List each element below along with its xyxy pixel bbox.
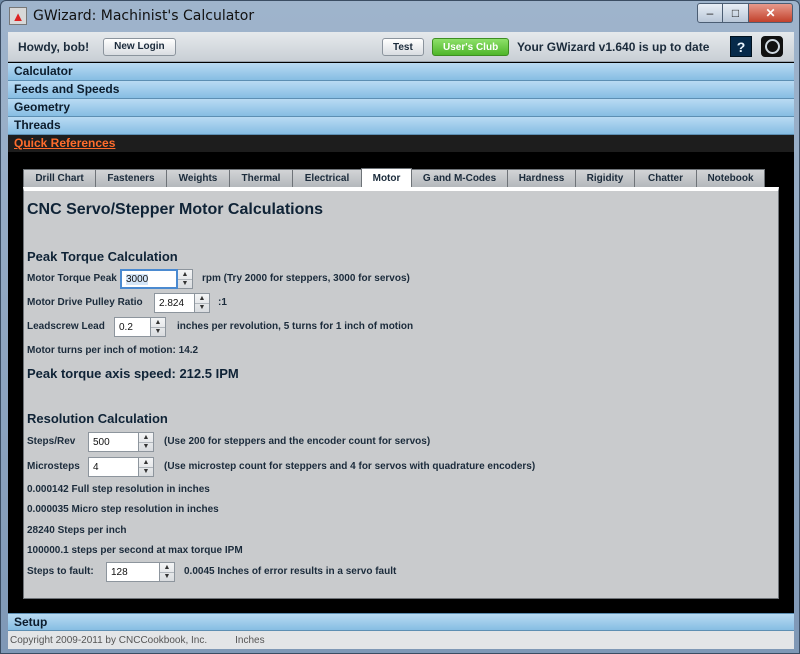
motor-torque-label: Motor Torque Peak [27, 273, 117, 284]
spin-down-icon[interactable]: ▼ [178, 278, 192, 289]
maximize-button[interactable]: □ [723, 3, 749, 23]
motor-torque-note: rpm (Try 2000 for steppers, 3000 for ser… [202, 273, 410, 284]
tab-hardness[interactable]: Hardness [507, 169, 576, 187]
steps-rev-stepper[interactable]: 500 ▲ ▼ [88, 432, 154, 452]
pulley-ratio-input[interactable]: 2.824 [154, 293, 195, 313]
help-icon[interactable]: ? [730, 36, 752, 57]
spin-up-icon[interactable]: ▲ [139, 458, 153, 467]
spin-up-icon[interactable]: ▲ [151, 318, 165, 327]
spin-down-icon[interactable]: ▼ [151, 326, 165, 337]
status-bar: Copyright 2009-2011 by CNCCookbook, Inc.… [8, 631, 794, 649]
motor-turns-text: Motor turns per inch of motion: 14.2 [27, 345, 199, 356]
test-button[interactable]: Test [382, 38, 424, 56]
version-status: Your GWizard v1.640 is up to date [517, 40, 710, 54]
section-quick-references[interactable]: Quick References [8, 135, 794, 153]
tab-drill-chart[interactable]: Drill Chart [23, 169, 96, 187]
microsteps-spin-arrows[interactable]: ▲ ▼ [139, 457, 154, 477]
microsteps-note: (Use microstep count for steppers and 4 … [164, 461, 536, 472]
client-area: Howdy, bob! New Login Test User's Club Y… [8, 32, 794, 649]
steps-to-fault-spin-arrows[interactable]: ▲ ▼ [160, 562, 175, 582]
app-logo-glyph: ▲ [11, 8, 25, 24]
microsteps-input[interactable]: 4 [88, 457, 139, 477]
leadscrew-lead-input[interactable]: 0.2 [114, 317, 151, 337]
app-window: ▲ GWizard: Machinist's Calculator – □ ✕ … [0, 0, 800, 654]
spin-down-icon[interactable]: ▼ [160, 571, 174, 582]
section-feeds-and-speeds[interactable]: Feeds and Speeds [8, 81, 794, 99]
new-login-button[interactable]: New Login [103, 37, 176, 56]
tab-electrical[interactable]: Electrical [292, 169, 362, 187]
leadscrew-lead-label: Leadscrew Lead [27, 321, 105, 332]
tab-g-and-m-codes[interactable]: G and M-Codes [411, 169, 508, 187]
units-indicator: Inches [235, 634, 265, 646]
leadscrew-lead-stepper[interactable]: 0.2 ▲ ▼ [114, 317, 166, 337]
microsteps-stepper[interactable]: 4 ▲ ▼ [88, 457, 154, 477]
greeting-text: Howdy, bob! [18, 39, 90, 54]
window-title: GWizard: Machinist's Calculator [33, 8, 255, 24]
spin-up-icon[interactable]: ▲ [160, 563, 174, 572]
peak-torque-heading: Peak Torque Calculation [27, 249, 178, 264]
full-step-resolution: 0.000142 Full step resolution in inches [27, 484, 210, 495]
copyright-text: Copyright 2009-2011 by CNCCookbook, Inc. [10, 634, 208, 646]
spin-up-icon[interactable]: ▲ [139, 433, 153, 442]
minimize-button[interactable]: – [697, 3, 723, 23]
section-threads[interactable]: Threads [8, 117, 794, 135]
pulley-ratio-note: :1 [218, 297, 227, 308]
leadscrew-lead-note: inches per revolution, 5 turns for 1 inc… [177, 321, 414, 332]
steps-rev-spin-arrows[interactable]: ▲ ▼ [139, 432, 154, 452]
microsteps-label: Microsteps [27, 461, 80, 472]
page-title: CNC Servo/Stepper Motor Calculations [27, 201, 324, 218]
spin-up-icon[interactable]: ▲ [178, 270, 192, 279]
spin-down-icon[interactable]: ▼ [139, 466, 153, 477]
steps-rev-label: Steps/Rev [27, 436, 76, 447]
pulley-ratio-spin-arrows[interactable]: ▲ ▼ [195, 293, 210, 313]
window-controls: – □ ✕ [697, 3, 793, 23]
title-bar: ▲ GWizard: Machinist's Calculator – □ ✕ [1, 1, 799, 31]
steps-to-fault-label: Steps to fault: [27, 566, 94, 577]
steps-to-fault-input[interactable]: 128 [106, 562, 160, 582]
motor-torque-spin-arrows[interactable]: ▲ ▼ [178, 269, 193, 289]
micro-step-resolution: 0.000035 Micro step resolution in inches [27, 504, 219, 515]
steps-per-inch: 28240 Steps per inch [27, 525, 127, 536]
pulley-ratio-label: Motor Drive Pulley Ratio [27, 297, 143, 308]
steps-rev-note: (Use 200 for steppers and the encoder co… [164, 436, 431, 447]
resolution-heading: Resolution Calculation [27, 411, 168, 426]
peak-torque-result: Peak torque axis speed: 212.5 IPM [27, 366, 239, 381]
tab-fasteners[interactable]: Fasteners [95, 169, 167, 187]
motor-torque-input[interactable]: 3000 [120, 269, 178, 289]
spin-down-icon[interactable]: ▼ [139, 441, 153, 452]
cnccookbook-logo-icon[interactable] [761, 36, 783, 57]
steps-to-fault-stepper[interactable]: 128 ▲ ▼ [106, 562, 175, 582]
steps-to-fault-note: 0.0045 Inches of error results in a serv… [184, 566, 397, 577]
spin-up-icon[interactable]: ▲ [195, 294, 209, 303]
motor-torque-value: 3000 [126, 273, 149, 285]
tab-notebook[interactable]: Notebook [696, 169, 765, 187]
users-club-button[interactable]: User's Club [432, 38, 510, 56]
steps-per-second: 100000.1 steps per second at max torque … [27, 545, 243, 556]
close-button[interactable]: ✕ [749, 3, 793, 23]
leadscrew-lead-spin-arrows[interactable]: ▲ ▼ [151, 317, 166, 337]
steps-rev-input[interactable]: 500 [88, 432, 139, 452]
section-calculator[interactable]: Calculator [8, 63, 794, 81]
tab-motor[interactable]: Motor [361, 168, 412, 187]
motor-panel: CNC Servo/Stepper Motor Calculations Pea… [23, 187, 779, 599]
tab-weights[interactable]: Weights [166, 169, 230, 187]
pulley-ratio-stepper[interactable]: 2.824 ▲ ▼ [154, 293, 210, 313]
top-toolbar: Howdy, bob! New Login Test User's Club Y… [8, 32, 794, 62]
tab-rigidity[interactable]: Rigidity [575, 169, 635, 187]
reference-tabs: Drill Chart Fasteners Weights Thermal El… [23, 168, 783, 187]
spin-down-icon[interactable]: ▼ [195, 302, 209, 313]
section-geometry[interactable]: Geometry [8, 99, 794, 117]
motor-torque-stepper[interactable]: 3000 ▲ ▼ [120, 269, 193, 289]
tab-thermal[interactable]: Thermal [229, 169, 293, 187]
section-setup[interactable]: Setup [8, 613, 794, 631]
tab-chatter[interactable]: Chatter [634, 169, 697, 187]
app-logo-icon: ▲ [9, 7, 27, 25]
